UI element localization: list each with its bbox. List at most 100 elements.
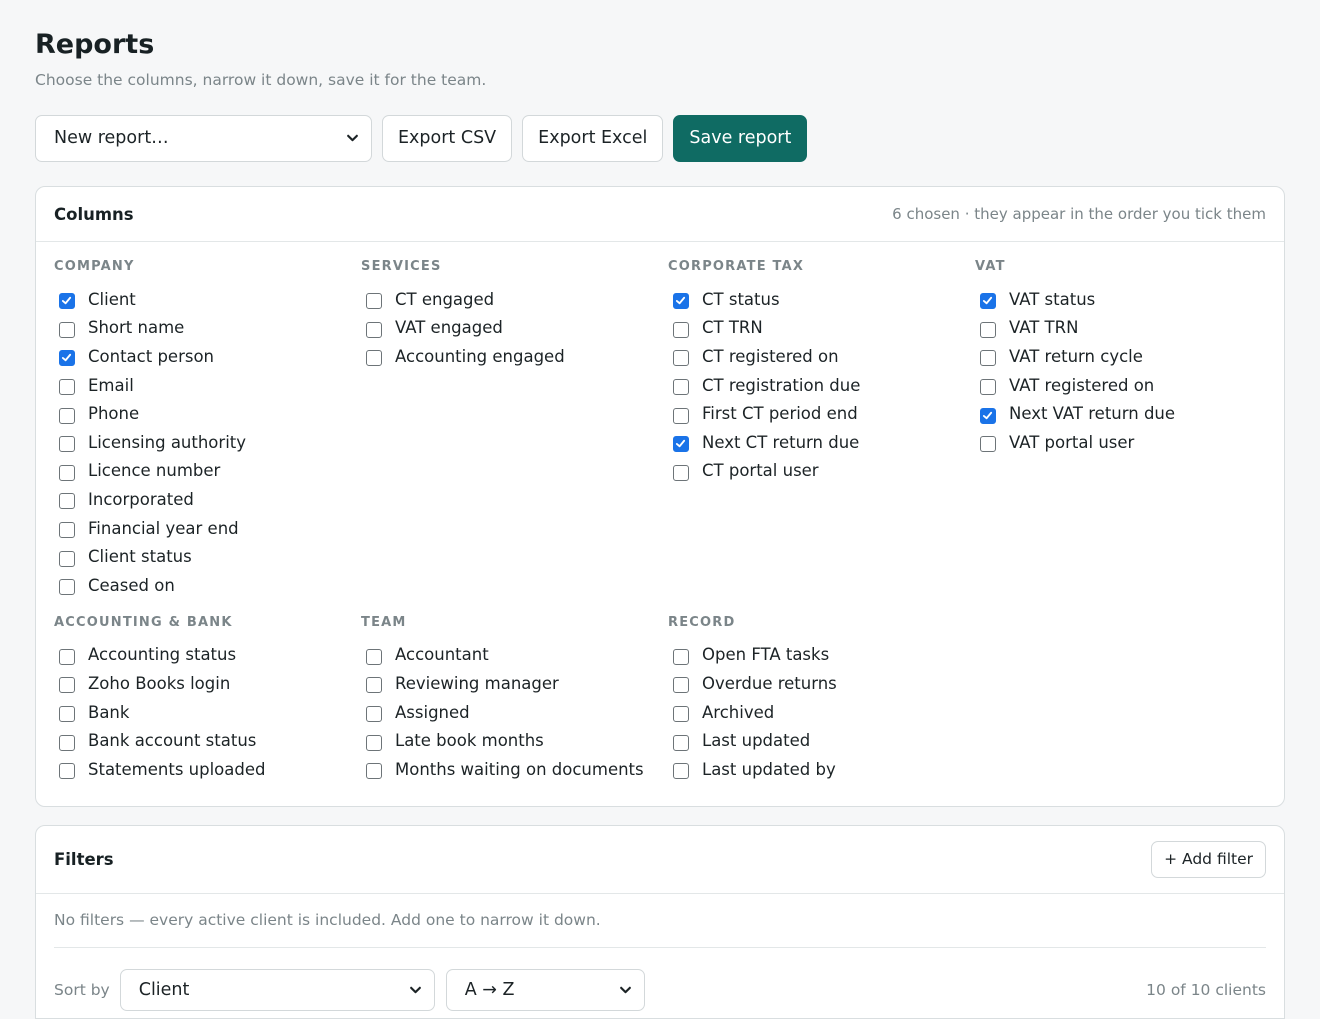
column-option[interactable]: CT portal user [668,457,975,486]
column-checkbox[interactable] [59,321,75,338]
column-option[interactable]: Short name [54,314,361,343]
column-checkbox[interactable] [366,350,382,367]
sort-order-select[interactable]: A → Z [445,968,645,1011]
column-option[interactable]: CT status [668,285,975,314]
column-option[interactable]: Bank [54,698,361,727]
columns-body: COMPANY Client Short name Contact person Ema… [36,242,1284,806]
column-option[interactable]: Zoho Books login [54,669,361,698]
column-option[interactable]: Archived [668,698,975,727]
column-option[interactable]: CT registered on [668,342,975,371]
column-option[interactable]: Assigned [361,698,668,727]
column-option[interactable]: VAT TRN [975,314,1275,343]
column-option[interactable]: Accountant [361,641,668,670]
column-option[interactable]: Next CT return due [668,428,975,457]
column-checkbox[interactable] [366,763,382,780]
column-checkbox[interactable] [673,706,689,723]
column-option[interactable]: Last updated [668,726,975,755]
column-checkbox[interactable] [366,648,382,665]
column-option[interactable]: Financial year end [54,514,361,543]
column-option[interactable]: Licensing authority [54,428,361,457]
column-option[interactable]: Licence number [54,457,361,486]
column-checkbox[interactable] [673,436,689,453]
column-option[interactable]: Accounting status [54,641,361,670]
column-checkbox[interactable] [980,350,996,367]
column-checkbox[interactable] [673,734,689,751]
column-option-label: Open FTA tasks [702,645,830,665]
column-option[interactable]: VAT engaged [361,314,668,343]
column-checkbox[interactable] [59,350,75,367]
column-option[interactable]: Next VAT return due [975,399,1275,428]
column-checkbox[interactable] [673,379,689,396]
column-checkbox[interactable] [366,734,382,751]
column-checkbox[interactable] [366,706,382,723]
column-option[interactable]: Contact person [54,342,361,371]
column-option[interactable]: CT registration due [668,371,975,400]
column-checkbox[interactable] [673,648,689,665]
column-option[interactable]: Months waiting on documents [361,755,668,784]
column-checkbox[interactable] [59,763,75,780]
column-checkbox[interactable] [673,407,689,424]
column-option[interactable]: Open FTA tasks [668,641,975,670]
export-excel-button[interactable]: Export Excel [522,114,664,162]
column-option-label: First CT period end [702,404,858,424]
column-checkbox[interactable] [673,321,689,338]
column-checkbox[interactable] [980,379,996,396]
column-checkbox[interactable] [673,293,689,310]
page-title: Reports [35,29,155,60]
add-filter-button[interactable]: + Add filter [1151,840,1266,878]
column-group: RECORD Open FTA tasks Overdue returns Archi… [668,612,975,784]
column-checkbox[interactable] [59,677,75,694]
column-option[interactable]: CT TRN [668,314,975,343]
column-checkbox[interactable] [673,677,689,694]
column-checkbox[interactable] [59,579,75,596]
column-option[interactable]: Statements uploaded [54,755,361,784]
column-checkbox[interactable] [366,293,382,310]
column-checkbox[interactable] [980,407,996,424]
column-option[interactable]: CT engaged [361,285,668,314]
column-option[interactable]: Client [54,285,361,314]
column-option[interactable]: VAT registered on [975,371,1275,400]
report-select[interactable]: New report… [35,114,372,162]
column-checkbox[interactable] [59,706,75,723]
column-checkbox[interactable] [59,293,75,310]
column-option[interactable]: Reviewing manager [361,669,668,698]
column-option[interactable]: VAT status [975,285,1275,314]
column-option[interactable]: Phone [54,399,361,428]
column-option[interactable]: Email [54,371,361,400]
column-option[interactable]: VAT portal user [975,428,1275,457]
column-checkbox[interactable] [59,436,75,453]
column-checkbox[interactable] [59,407,75,424]
column-checkbox[interactable] [366,321,382,338]
column-checkbox[interactable] [59,464,75,481]
column-option[interactable]: Late book months [361,726,668,755]
column-checkbox[interactable] [366,677,382,694]
column-checkbox[interactable] [59,734,75,751]
column-checkbox[interactable] [59,493,75,510]
column-option-label: Bank [88,702,130,722]
column-option[interactable]: First CT period end [668,399,975,428]
check-icon [61,297,72,305]
filters-header: Filters + Add filter [36,826,1284,894]
column-option[interactable]: Bank account status [54,726,361,755]
column-checkbox[interactable] [980,436,996,453]
column-checkbox[interactable] [59,522,75,539]
column-option-label: Assigned [395,702,470,722]
column-checkbox[interactable] [59,379,75,396]
column-option[interactable]: Ceased on [54,571,361,600]
column-checkbox[interactable] [59,648,75,665]
column-option[interactable]: VAT return cycle [975,342,1275,371]
column-checkbox[interactable] [673,350,689,367]
column-option[interactable]: Overdue returns [668,669,975,698]
column-checkbox[interactable] [673,464,689,481]
column-option[interactable]: Last updated by [668,755,975,784]
column-option[interactable]: Client status [54,542,361,571]
column-checkbox[interactable] [980,293,996,310]
sort-field-select[interactable]: Client [119,968,435,1011]
column-checkbox[interactable] [980,321,996,338]
export-csv-button[interactable]: Export CSV [382,114,513,162]
column-option[interactable]: Incorporated [54,485,361,514]
column-checkbox[interactable] [673,763,689,780]
column-option[interactable]: Accounting engaged [361,342,668,371]
save-report-button[interactable]: Save report [673,114,808,162]
column-checkbox[interactable] [59,550,75,567]
